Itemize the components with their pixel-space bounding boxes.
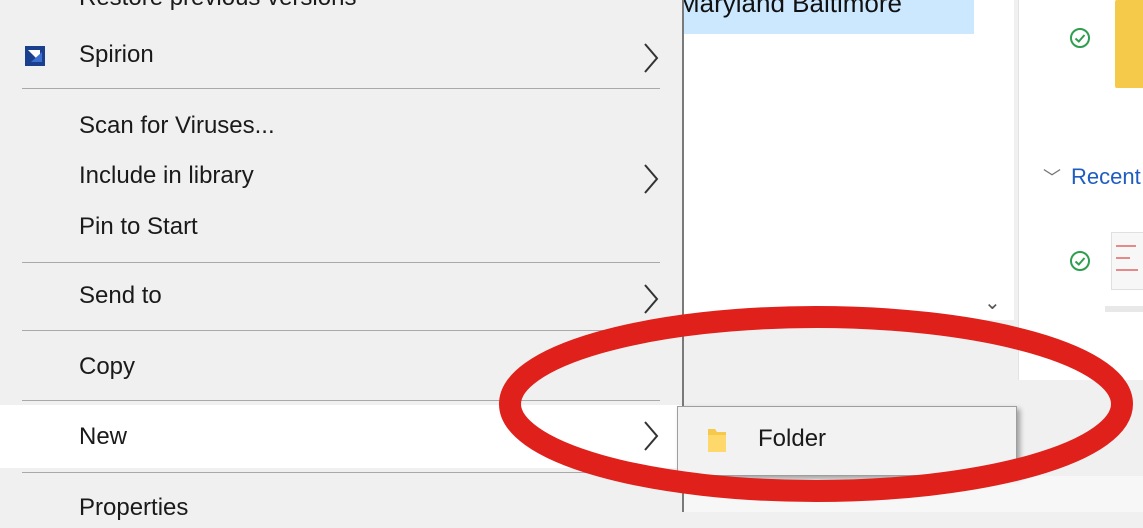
menu-separator bbox=[22, 262, 660, 263]
menu-item-label: Include in library bbox=[79, 162, 254, 189]
menu-item-restore-previous-versions[interactable]: Restore previous versions bbox=[0, 0, 682, 14]
menu-separator bbox=[22, 330, 660, 331]
selected-file-row[interactable]: Maryland Baltimore bbox=[684, 0, 974, 34]
recent-section-title: Recent bbox=[1071, 164, 1141, 189]
submenu-item-label: Folder bbox=[758, 425, 827, 452]
menu-item-new[interactable]: New bbox=[0, 405, 682, 468]
synced-check-icon bbox=[1070, 28, 1090, 48]
menu-item-label: Pin to Start bbox=[79, 213, 198, 240]
folder-icon bbox=[708, 429, 726, 452]
chevron-right-icon bbox=[640, 41, 664, 75]
menu-item-label: Restore previous versions bbox=[79, 0, 356, 12]
synced-check-icon bbox=[1070, 251, 1090, 271]
chevron-right-icon bbox=[640, 282, 664, 316]
menu-item-include-in-library[interactable]: Include in library bbox=[0, 162, 682, 196]
menu-item-label: Copy bbox=[79, 353, 136, 380]
menu-item-label: Scan for Viruses... bbox=[79, 112, 275, 139]
menu-item-label: New bbox=[79, 423, 128, 450]
recent-section-header[interactable]: ﹀ Recent bbox=[1043, 164, 1141, 190]
details-pane: ﹀ Recent bbox=[1018, 0, 1143, 380]
menu-item-copy[interactable]: Copy bbox=[0, 353, 682, 387]
scroll-down-icon[interactable]: ⌄ bbox=[984, 290, 1001, 315]
menu-separator bbox=[22, 472, 660, 473]
document-thumbnail-label bbox=[1105, 306, 1143, 312]
spirion-icon bbox=[25, 46, 45, 66]
menu-item-pin-to-start[interactable]: Pin to Start bbox=[0, 213, 682, 247]
menu-item-label: Properties bbox=[79, 494, 189, 521]
chevron-down-icon: ﹀ bbox=[1043, 168, 1061, 188]
menu-item-properties[interactable]: Properties bbox=[0, 494, 682, 528]
context-menu: Restore previous versions Spirion Scan f… bbox=[0, 0, 684, 521]
menu-separator bbox=[22, 400, 660, 401]
chevron-right-icon bbox=[640, 419, 664, 453]
menu-item-send-to[interactable]: Send to bbox=[0, 282, 682, 316]
new-submenu: Folder bbox=[677, 406, 1017, 476]
file-list-pane: Maryland Baltimore ⌄ bbox=[684, 0, 1014, 320]
menu-item-label: Send to bbox=[79, 282, 162, 309]
menu-item-scan-for-viruses[interactable]: Scan for Viruses... bbox=[0, 112, 682, 146]
menu-separator bbox=[22, 88, 660, 89]
explorer-status-area bbox=[684, 476, 1143, 512]
document-thumbnail[interactable] bbox=[1111, 232, 1143, 290]
chevron-right-icon bbox=[640, 162, 664, 196]
folder-thumbnail[interactable] bbox=[1115, 0, 1143, 88]
menu-item-label: Spirion bbox=[79, 41, 154, 68]
selected-file-name: Maryland Baltimore bbox=[684, 0, 902, 18]
menu-item-spirion[interactable]: Spirion bbox=[0, 41, 682, 75]
